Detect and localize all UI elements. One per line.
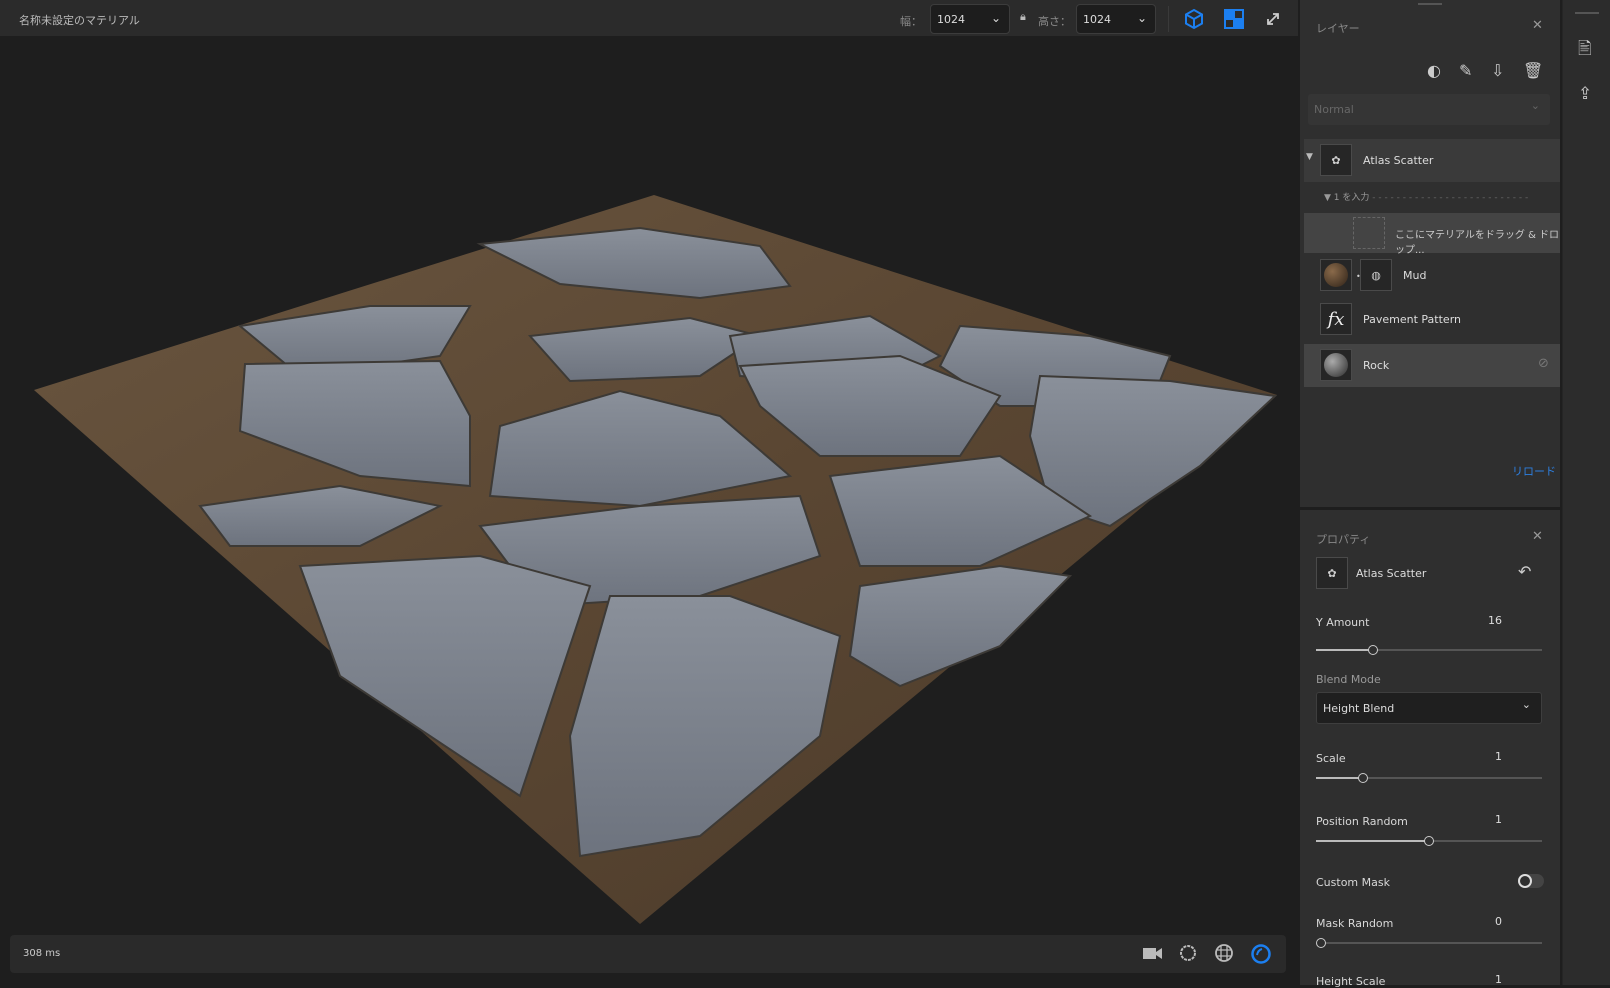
environment-icon[interactable] bbox=[1178, 943, 1200, 965]
chevron-down-icon: ⌄ bbox=[1521, 698, 1531, 711]
input-slot-label: ▼ 1 を入力 - - - - - - - - - - - - - - - - … bbox=[1324, 193, 1529, 203]
cube-icon[interactable] bbox=[1183, 8, 1205, 30]
document-edit-icon[interactable]: 🖹 bbox=[1578, 36, 1592, 65]
divider bbox=[1168, 6, 1169, 32]
blend-mode-dropdown[interactable]: Height Blend ⌄ bbox=[1316, 692, 1542, 724]
viewport-status-bar: 308 ms bbox=[10, 935, 1286, 973]
material-sphere-icon[interactable] bbox=[1250, 943, 1272, 965]
height-label: 高さ： bbox=[1038, 15, 1071, 28]
reload-link[interactable]: リロード bbox=[1512, 463, 1556, 479]
position-random-value: 1 bbox=[1495, 813, 1502, 826]
height-scale-label: Height Scale bbox=[1316, 975, 1386, 988]
height-select[interactable]: 1024 ⌄ bbox=[1076, 4, 1156, 34]
mask-random-value: 0 bbox=[1495, 915, 1502, 928]
layer-item-rock[interactable]: Rock ⊘ bbox=[1304, 344, 1560, 387]
chevron-down-icon: ⌄ bbox=[990, 11, 1001, 25]
y-amount-label: Y Amount bbox=[1316, 616, 1370, 629]
layers-title: レイヤー bbox=[1316, 22, 1360, 35]
custom-mask-label: Custom Mask bbox=[1316, 876, 1390, 889]
mask-icon[interactable]: ◐ bbox=[1427, 61, 1441, 80]
custom-mask-toggle[interactable] bbox=[1518, 874, 1544, 888]
material-preview-plane[interactable] bbox=[0, 36, 1298, 985]
drop-hint: ここにマテリアルをドラッグ & ドロップ... bbox=[1395, 230, 1560, 256]
mud-sphere-icon bbox=[1320, 259, 1352, 291]
globe-grid-icon[interactable] bbox=[1214, 943, 1236, 965]
y-amount-value: 16 bbox=[1488, 614, 1502, 627]
share-export-icon[interactable]: ⇪ bbox=[1578, 84, 1592, 104]
paint-icon[interactable]: ✎ bbox=[1459, 61, 1472, 80]
layer-name: Mud bbox=[1403, 269, 1427, 282]
properties-panel: プロパティ ✕ ✿ Atlas Scatter ↶ Y Amount 16 Bl… bbox=[1300, 510, 1560, 988]
mask-random-label: Mask Random bbox=[1316, 917, 1394, 930]
panel-drag-handle[interactable] bbox=[1418, 3, 1442, 5]
fx-icon: fx bbox=[1320, 303, 1352, 335]
blend-mode-value: Normal bbox=[1314, 103, 1354, 116]
top-toolbar: 名称未設定のマテリアル 幅： 1024 ⌄ 🔒︎ 高さ： 1024 ⌄ bbox=[0, 0, 1298, 36]
layer-item-pavement-pattern[interactable]: fx Pavement Pattern bbox=[1304, 298, 1560, 341]
document-title: 名称未設定のマテリアル bbox=[19, 14, 140, 27]
properties-title: プロパティ bbox=[1316, 533, 1371, 546]
height-value: 1024 bbox=[1083, 13, 1111, 26]
selected-layer-name: Atlas Scatter bbox=[1356, 567, 1427, 580]
blend-mode-value: Height Blend bbox=[1323, 702, 1395, 715]
expand-icon[interactable] bbox=[1265, 11, 1281, 27]
camera-icon[interactable] bbox=[1142, 944, 1164, 964]
y-amount-slider[interactable] bbox=[1316, 645, 1542, 655]
checker-2d-icon[interactable] bbox=[1224, 9, 1244, 29]
visibility-off-icon[interactable]: ⊘ bbox=[1538, 356, 1549, 371]
input-slot-text: ▼ 1 を入力 bbox=[1324, 193, 1370, 203]
rock-sphere-icon bbox=[1320, 349, 1352, 381]
trash-icon[interactable]: 🗑︎ bbox=[1523, 61, 1543, 80]
layer-name: Rock bbox=[1363, 359, 1390, 372]
blend-mode-select[interactable]: Normal ⌄ bbox=[1308, 94, 1550, 125]
width-select[interactable]: 1024 ⌄ bbox=[930, 4, 1010, 34]
scale-value: 1 bbox=[1495, 750, 1502, 763]
close-icon[interactable]: ✕ bbox=[1532, 529, 1543, 544]
chevron-down-icon: ⌄ bbox=[1530, 99, 1540, 112]
height-scale-value: 1 bbox=[1495, 973, 1502, 986]
empty-slot-icon bbox=[1353, 217, 1385, 249]
export-icon[interactable]: ⇩ bbox=[1491, 61, 1504, 80]
layer-item-atlas-scatter[interactable]: ▼ ✿ Atlas Scatter bbox=[1304, 139, 1560, 182]
layer-name: Atlas Scatter bbox=[1363, 154, 1434, 167]
collapse-triangle-icon[interactable]: ▼ bbox=[1306, 152, 1313, 162]
layer-item-mud[interactable]: • ◍ Mud bbox=[1304, 254, 1560, 297]
close-icon[interactable]: ✕ bbox=[1532, 18, 1543, 33]
drop-target[interactable]: ここにマテリアルをドラッグ & ドロップ... bbox=[1304, 213, 1560, 256]
blend-mode-label: Blend Mode bbox=[1316, 673, 1381, 686]
scatter-icon: ✿ bbox=[1316, 557, 1348, 589]
layers-panel: レイヤー ✕ ◐ ✎ ⇩ 🗑︎ Normal ⌄ ▼ ✿ Atlas Scatt… bbox=[1300, 0, 1560, 507]
render-time: 308 ms bbox=[23, 948, 61, 959]
rail-handle[interactable] bbox=[1575, 12, 1599, 14]
3d-viewport[interactable] bbox=[0, 36, 1298, 985]
lock-icon[interactable]: 🔒︎ bbox=[1020, 10, 1026, 24]
layer-name: Pavement Pattern bbox=[1363, 313, 1461, 326]
right-rail: 🖹 ⇪ bbox=[1562, 0, 1610, 985]
scatter-icon: ✿ bbox=[1320, 144, 1352, 176]
mask-random-slider[interactable] bbox=[1316, 938, 1542, 948]
width-value: 1024 bbox=[937, 13, 965, 26]
position-random-label: Position Random bbox=[1316, 815, 1408, 828]
scale-label: Scale bbox=[1316, 752, 1346, 765]
position-random-slider[interactable] bbox=[1316, 836, 1542, 846]
mask-thumbnail-icon: ◍ bbox=[1360, 259, 1392, 291]
reset-icon[interactable]: ↶ bbox=[1518, 562, 1531, 581]
width-label: 幅： bbox=[900, 15, 922, 28]
chevron-down-icon: ⌄ bbox=[1136, 11, 1147, 25]
scale-slider[interactable] bbox=[1316, 773, 1542, 783]
